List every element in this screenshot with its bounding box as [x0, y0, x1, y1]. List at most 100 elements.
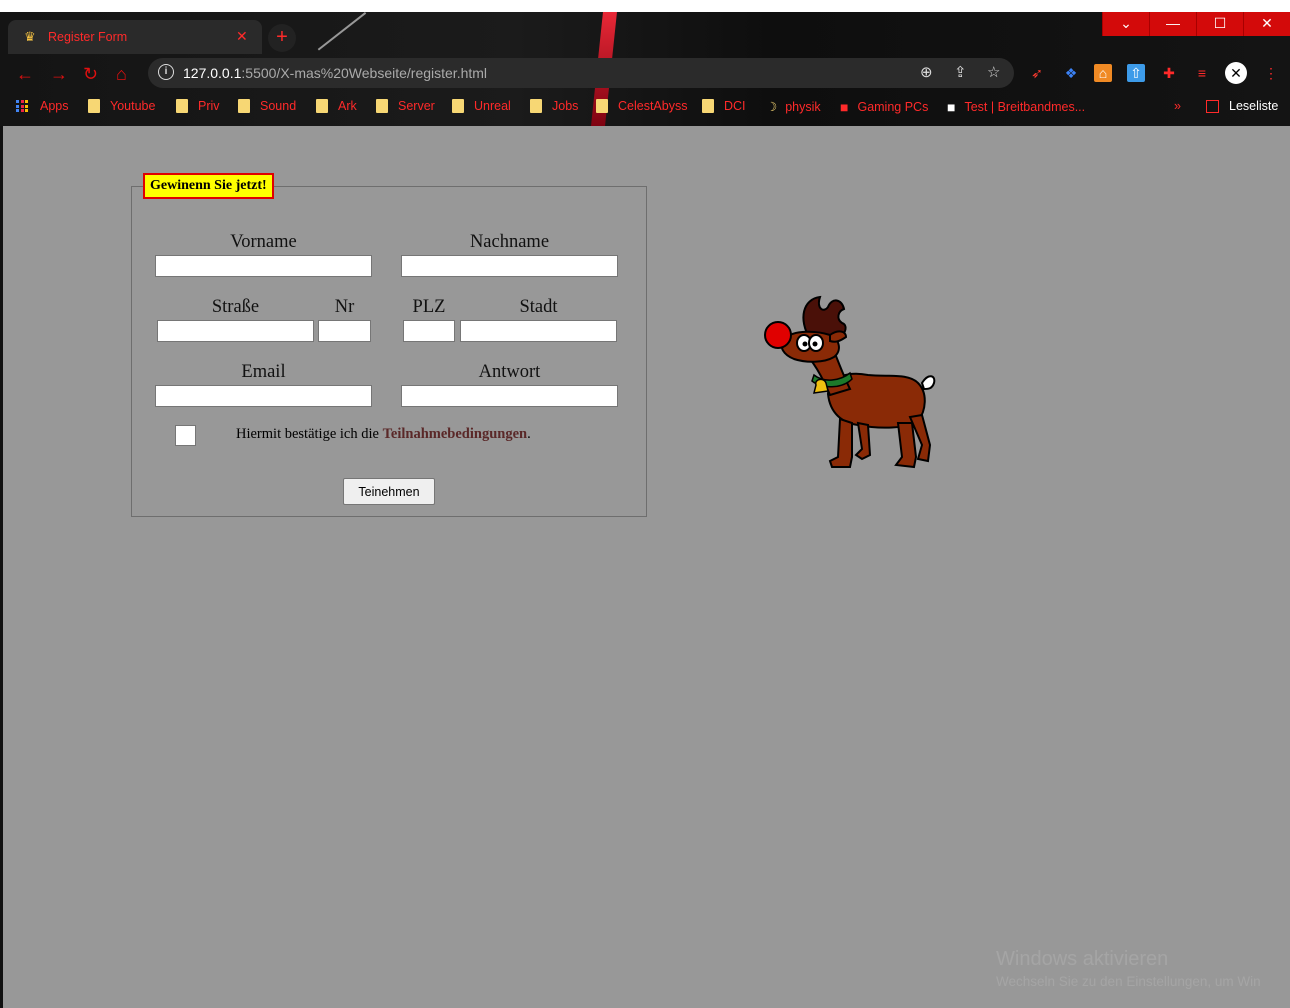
site-icon: ■ [947, 99, 956, 115]
tab-register-form[interactable]: ♛ Register Form ✕ [8, 20, 262, 54]
nr-input[interactable] [318, 320, 371, 342]
label-vorname: Vorname [230, 232, 297, 252]
bookmark-jobs[interactable]: Jobs [530, 99, 578, 113]
reading-list-icon [1206, 99, 1219, 113]
apps-icon [16, 100, 28, 112]
extension-orange-icon[interactable]: ⌂ [1094, 64, 1112, 82]
plz-input[interactable] [403, 320, 455, 342]
bookmark-label: Youtube [110, 99, 156, 113]
site-icon: ■ [840, 99, 849, 115]
url-path: :5500/X-mas%20Webseite/register.html [241, 65, 488, 81]
folder-icon [452, 99, 464, 113]
bookmark-celestabyss[interactable]: CelestAbyss [596, 99, 687, 113]
minimize-button[interactable]: — [1149, 12, 1196, 36]
terms-checkbox[interactable] [175, 425, 196, 446]
site-info-icon[interactable]: i [158, 64, 174, 80]
bookmarks-bar: Apps Youtube Priv Sound Ark Server Unreal Jobs C… [0, 94, 1290, 118]
terms-prefix: Hiermit bestätige ich die [236, 426, 383, 442]
bookmark-dci[interactable]: DCI [702, 99, 746, 113]
bookmark-label: Server [398, 99, 435, 113]
page-content: Gewinenn Sie jetzt! Vorname Nachname Str… [3, 126, 1290, 1008]
bookmark-label: DCI [724, 99, 746, 113]
watermark-title: Windows aktivieren [996, 948, 1169, 970]
folder-icon [88, 99, 100, 113]
folder-icon [176, 99, 188, 113]
bookmark-test-breitbandmes[interactable]: ■ Test | Breitbandmes... [947, 99, 1085, 115]
folder-icon [530, 99, 542, 113]
bookmark-label: Unreal [474, 99, 511, 113]
extension-blue-icon[interactable]: ⇧ [1127, 64, 1145, 82]
menu-dots-icon[interactable]: ⋮ [1262, 64, 1280, 82]
label-stadt: Stadt [519, 297, 558, 317]
bookmark-apps[interactable]: Apps [16, 99, 69, 113]
bookmark-sound[interactable]: Sound [238, 99, 296, 113]
antwort-input[interactable] [401, 385, 618, 407]
reindeer-image [764, 295, 936, 469]
label-email: Email [241, 362, 286, 382]
profile-avatar[interactable]: ✕ [1225, 62, 1247, 84]
label-antwort: Antwort [478, 362, 541, 382]
strasse-input[interactable] [157, 320, 314, 342]
folder-icon [238, 99, 250, 113]
nachname-input[interactable] [401, 255, 618, 277]
terms-link[interactable]: Teilnahmebedingungen [383, 426, 528, 442]
extensions-puzzle-icon[interactable]: ✚ [1160, 64, 1178, 82]
bookmark-label: CelestAbyss [618, 99, 688, 113]
address-url[interactable]: 127.0.0.1:5500/X-mas%20Webseite/register… [183, 65, 487, 81]
bookmark-ark[interactable]: Ark [316, 99, 357, 113]
folder-icon [702, 99, 714, 113]
vorname-input[interactable] [155, 255, 372, 277]
browser-chrome: ♛ Register Form ✕ + ⌄ — ☐ ✕ ← → ↻ ⌂ i 12… [0, 12, 1290, 126]
zoom-icon[interactable]: ⊕ [920, 63, 933, 81]
label-strasse: Straße [211, 297, 260, 317]
form-legend: Gewinenn Sie jetzt! [143, 173, 274, 199]
bookmark-physik[interactable]: ☽ physik [766, 99, 821, 115]
bookmark-gaming-pcs[interactable]: ■ Gaming PCs [840, 99, 928, 115]
moon-icon: ☽ [766, 100, 778, 114]
bookmark-star-icon[interactable]: ☆ [987, 63, 1000, 81]
bookmark-label: Test | Breitbandmes... [964, 100, 1086, 114]
watermark-subtitle: Wechseln Sie zu den Einstellungen, um Wi… [996, 974, 1261, 989]
close-window-button[interactable]: ✕ [1243, 12, 1290, 36]
crown-icon: ♛ [24, 29, 36, 44]
extension-shield-icon[interactable]: ❖ [1062, 64, 1080, 82]
url-host: 127.0.0.1 [183, 65, 242, 81]
bookmark-label: Sound [260, 99, 297, 113]
tab-close-icon[interactable]: ✕ [236, 28, 248, 45]
bookmark-youtube[interactable]: Youtube [88, 99, 155, 113]
bookmarks-more-button[interactable]: » [1174, 99, 1181, 113]
label-nr: Nr [334, 297, 355, 317]
email-input[interactable] [155, 385, 372, 407]
folder-icon [316, 99, 328, 113]
address-bar[interactable]: i 127.0.0.1:5500/X-mas%20Webseite/regist… [148, 58, 1014, 88]
reload-button[interactable]: ↻ [83, 64, 98, 85]
extension-bird-icon[interactable]: ➶ [1028, 64, 1046, 82]
new-tab-button[interactable]: + [268, 24, 296, 52]
folder-icon [596, 99, 608, 113]
submit-button[interactable]: Teinehmen [343, 478, 435, 505]
share-icon[interactable]: ⇪ [954, 63, 967, 81]
window-controls: ⌄ — ☐ ✕ [1102, 12, 1290, 36]
media-playlist-icon[interactable]: ≡ [1193, 64, 1211, 82]
forward-button[interactable]: → [50, 64, 68, 85]
theme-line [317, 12, 367, 51]
bookmark-unreal[interactable]: Unreal [452, 99, 511, 113]
bookmark-server[interactable]: Server [376, 99, 435, 113]
terms-text: Hiermit bestätige ich die Teilnahmebedin… [236, 426, 531, 443]
reading-list-label: Leseliste [1229, 99, 1279, 113]
folder-icon [376, 99, 388, 113]
back-button[interactable]: ← [16, 64, 34, 85]
bookmark-label: Jobs [552, 99, 579, 113]
terms-suffix: . [527, 426, 531, 442]
windows-activation-watermark: Windows aktivieren Wechseln Sie zu den E… [996, 948, 1261, 989]
home-button[interactable]: ⌂ [116, 64, 127, 85]
bookmark-label: Priv [198, 99, 220, 113]
register-form: Gewinenn Sie jetzt! Vorname Nachname Str… [131, 173, 647, 517]
tab-search-button[interactable]: ⌄ [1102, 12, 1149, 36]
bookmark-priv[interactable]: Priv [176, 99, 220, 113]
stadt-input[interactable] [460, 320, 617, 342]
label-nachname: Nachname [469, 232, 550, 252]
reading-list-button[interactable]: Leseliste [1206, 99, 1278, 113]
maximize-button[interactable]: ☐ [1196, 12, 1243, 36]
browser-window: ♛ Register Form ✕ + ⌄ — ☐ ✕ ← → ↻ ⌂ i 12… [0, 12, 1290, 1008]
